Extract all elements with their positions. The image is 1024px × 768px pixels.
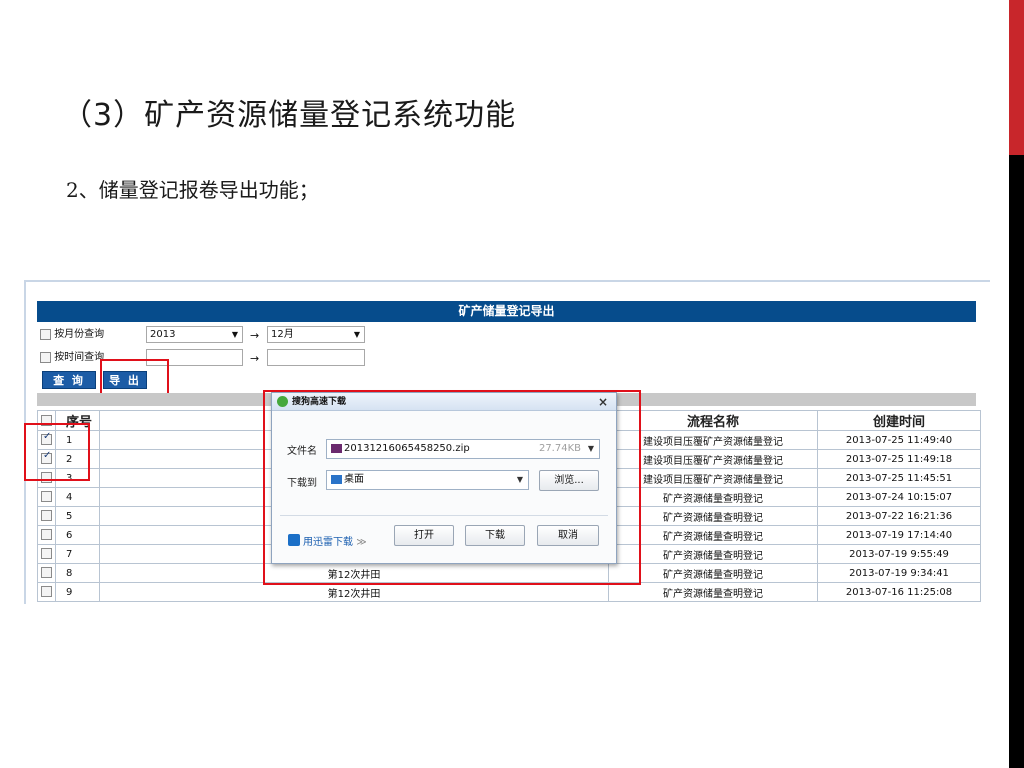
end-time-input[interactable]: [267, 349, 365, 366]
filter-time-row: 按时间查询: [40, 349, 104, 367]
row-checkbox[interactable]: [41, 548, 52, 560]
slide-title: （3）矿产资源储量登记系统功能: [62, 98, 517, 133]
filter-time-checkbox[interactable]: [40, 351, 51, 363]
chevron-down-icon: ▼: [353, 330, 360, 339]
range-arrow: →: [250, 352, 260, 365]
row-name: 第12次井田: [99, 582, 609, 602]
range-arrow: →: [250, 329, 260, 342]
row-checkbox[interactable]: [41, 491, 52, 503]
query-button[interactable]: 查 询: [42, 371, 96, 389]
row-index: 7: [55, 544, 100, 564]
header-created-time: 创建时间: [817, 410, 981, 431]
slide-subtitle: 2、储量登记报卷导出功能；: [66, 178, 319, 202]
row-checkbox[interactable]: [41, 567, 52, 579]
row-checkbox[interactable]: [41, 529, 52, 541]
row-time: 2013-07-25 11:45:51: [817, 468, 981, 488]
row-time: 2013-07-25 11:49:18: [817, 449, 981, 469]
row-index: 5: [55, 506, 100, 526]
table-row[interactable]: 9 第12次井田 矿产资源储量查明登记 2013-07-16 11:25:08: [37, 582, 981, 602]
row-time: 2013-07-24 10:15:07: [817, 487, 981, 507]
row-index: 4: [55, 487, 100, 507]
screenshot-top-border: [24, 280, 990, 282]
row-time: 2013-07-25 11:49:40: [817, 430, 981, 450]
row-time: 2013-07-16 11:25:08: [817, 582, 981, 602]
filter-month-checkbox[interactable]: [40, 328, 51, 340]
year-select[interactable]: 2013 ▼: [146, 326, 243, 343]
dialog-highlight-box: [263, 390, 641, 585]
row-index: 8: [55, 563, 100, 583]
year-select-value: 2013: [150, 329, 176, 340]
filter-month-row: 按月份查询: [40, 326, 104, 344]
row-time: 2013-07-22 16:21:36: [817, 506, 981, 526]
row-checkbox[interactable]: [41, 586, 52, 598]
row-time: 2013-07-19 17:14:40: [817, 525, 981, 545]
row-time: 2013-07-19 9:34:41: [817, 563, 981, 583]
row-index: 6: [55, 525, 100, 545]
row-index: 9: [55, 582, 100, 602]
chevron-down-icon: ▼: [231, 330, 238, 339]
panel-title: 矿产储量登记导出: [37, 301, 976, 322]
filter-month-label: 按月份查询: [54, 329, 105, 340]
month-select[interactable]: 12月 ▼: [267, 326, 365, 343]
month-select-value: 12月: [271, 329, 294, 340]
checked-rows-highlight-box: [24, 423, 90, 481]
row-time: 2013-07-19 9:55:49: [817, 544, 981, 564]
slide-side-accent-red: [1009, 0, 1024, 155]
row-checkbox[interactable]: [41, 510, 52, 522]
row-process: 矿产资源储量查明登记: [608, 582, 818, 602]
filter-time-label: 按时间查询: [54, 352, 105, 363]
slide-side-accent-black: [1009, 155, 1024, 768]
